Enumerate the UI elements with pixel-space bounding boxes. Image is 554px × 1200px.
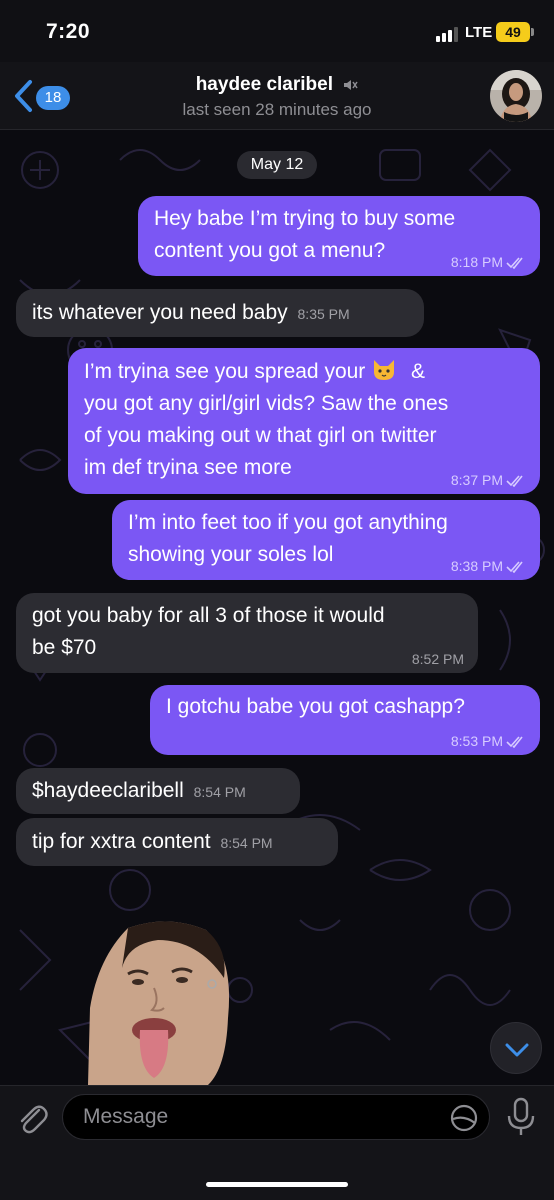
message-incoming[interactable]: $haydeeclaribell 8:54 PM bbox=[16, 768, 300, 814]
message-outgoing[interactable]: Hey babe I’m trying to buy some content … bbox=[138, 196, 540, 276]
message-line: of you making out w that girl on twitter bbox=[84, 424, 437, 447]
message-input[interactable] bbox=[83, 1095, 443, 1139]
message-time: 8:38 PM bbox=[450, 558, 503, 574]
message-line-end: & bbox=[410, 360, 425, 383]
message-meta: 8:18 PM bbox=[451, 254, 526, 270]
status-bar: 7:20 LTE 49 bbox=[0, 0, 554, 62]
double-check-icon bbox=[506, 257, 523, 270]
signal-strength-icon bbox=[436, 27, 458, 42]
muted-speaker-icon bbox=[344, 79, 358, 90]
photo-sticker[interactable] bbox=[88, 918, 234, 1085]
message-time: 8:54 PM bbox=[220, 835, 273, 851]
message-incoming[interactable]: got you baby for all 3 of those it would… bbox=[16, 593, 478, 673]
contact-avatar[interactable] bbox=[490, 70, 542, 122]
chevron-down-icon bbox=[505, 1043, 529, 1057]
message-line: got you baby for all 3 of those it would bbox=[32, 604, 385, 627]
battery-nub bbox=[531, 28, 534, 36]
date-separator: May 12 bbox=[237, 151, 317, 179]
message-time: 8:18 PM bbox=[450, 254, 503, 270]
message-time: 8:52 PM bbox=[411, 651, 464, 667]
message-time: 8:37 PM bbox=[450, 472, 503, 488]
message-field[interactable] bbox=[62, 1094, 490, 1140]
message-line: you got any girl/girl vids? Saw the ones bbox=[84, 392, 449, 415]
message-outgoing[interactable]: I’m into feet too if you got anything sh… bbox=[112, 500, 540, 580]
contact-name[interactable]: haydee claribel bbox=[196, 74, 333, 95]
double-check-icon bbox=[506, 736, 523, 749]
message-incoming[interactable]: tip for xxtra content 8:54 PM bbox=[16, 818, 338, 866]
contact-name-row[interactable]: haydee claribel bbox=[0, 74, 554, 96]
message-meta: 8:53 PM bbox=[451, 733, 526, 749]
message-text: I gotchu babe you got cashapp? bbox=[166, 695, 465, 718]
message-outgoing[interactable]: I’m tryina see you spread your & you got… bbox=[68, 348, 540, 494]
double-check-icon bbox=[506, 561, 523, 574]
message-line: I’m tryina see you spread your & bbox=[84, 356, 524, 388]
double-check-icon bbox=[506, 475, 523, 488]
message-outgoing[interactable]: I gotchu babe you got cashapp? 8:53 PM bbox=[150, 685, 540, 755]
home-indicator bbox=[206, 1182, 348, 1187]
message-time: 8:54 PM bbox=[193, 784, 246, 800]
message-line: be $70 bbox=[32, 636, 97, 659]
last-seen-status: last seen 28 minutes ago bbox=[182, 100, 372, 119]
network-type: LTE bbox=[465, 24, 493, 41]
scroll-down-button[interactable] bbox=[490, 1022, 542, 1074]
chat-header: 18 haydee claribel last seen 28 minutes … bbox=[0, 62, 554, 130]
message-text: tip for xxtra content bbox=[32, 830, 211, 853]
sticker-icon[interactable] bbox=[449, 1103, 479, 1133]
input-bar bbox=[0, 1085, 554, 1200]
message-meta: 8:37 PM bbox=[451, 472, 526, 488]
message-text: $haydeeclaribell bbox=[32, 779, 184, 802]
cat-face-emoji bbox=[374, 360, 395, 380]
message-meta: 8:38 PM bbox=[451, 558, 526, 574]
message-line-start: I’m tryina see you spread your bbox=[84, 360, 366, 383]
message-time: 8:35 PM bbox=[297, 306, 350, 322]
message-text: its whatever you need baby bbox=[32, 301, 288, 324]
battery-icon: 49 bbox=[496, 22, 530, 42]
paperclip-icon[interactable] bbox=[12, 1098, 52, 1138]
message-time: 8:53 PM bbox=[450, 733, 503, 749]
status-time: 7:20 bbox=[46, 20, 91, 43]
message-incoming[interactable]: its whatever you need baby 8:35 PM bbox=[16, 289, 424, 337]
message-line: Hey babe I’m trying to buy some bbox=[154, 207, 456, 230]
message-line: I’m into feet too if you got anything bbox=[128, 511, 448, 534]
microphone-icon[interactable] bbox=[504, 1096, 538, 1138]
